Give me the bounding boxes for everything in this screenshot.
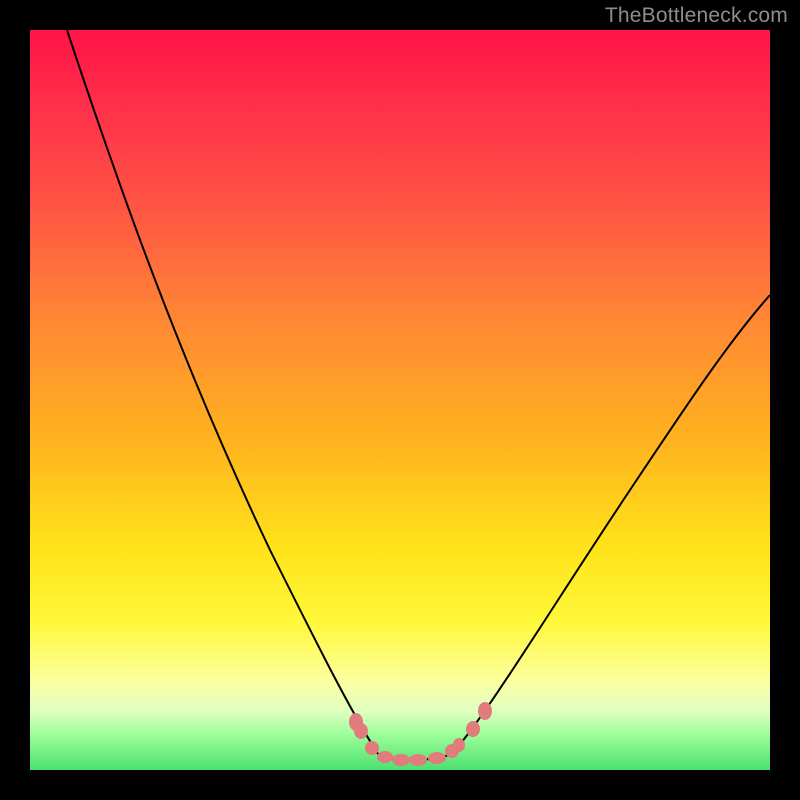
curve-right-branch bbox=[452, 295, 770, 754]
watermark-text: TheBottleneck.com bbox=[605, 4, 788, 28]
plot-area bbox=[30, 30, 770, 770]
valley-marker bbox=[354, 723, 368, 739]
valley-marker bbox=[409, 754, 427, 766]
valley-marker bbox=[377, 751, 393, 763]
valley-marker bbox=[466, 721, 480, 737]
valley-marker bbox=[478, 702, 492, 720]
valley-marker bbox=[365, 741, 379, 755]
curve-svg bbox=[30, 30, 770, 770]
outer-frame: TheBottleneck.com bbox=[0, 0, 800, 800]
valley-marker bbox=[453, 738, 465, 752]
valley-marker bbox=[392, 754, 410, 766]
valley-marker bbox=[428, 752, 446, 764]
curve-left-branch bbox=[67, 30, 378, 754]
